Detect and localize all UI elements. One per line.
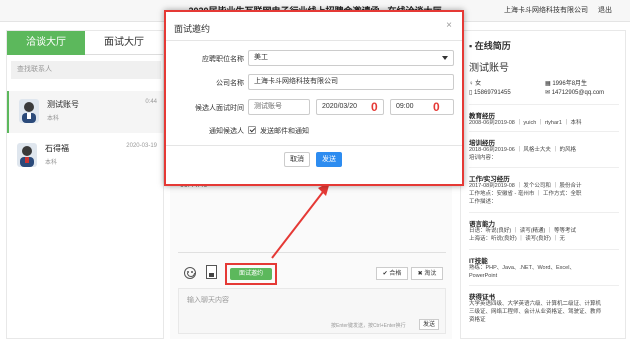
message-placeholder: 输入聊天内容 — [187, 297, 229, 304]
divider — [469, 285, 619, 286]
annotation-mark: 0 — [371, 100, 378, 114]
avatar — [19, 99, 39, 123]
contact-time: 0:44 — [145, 99, 157, 105]
divider — [469, 104, 619, 105]
section-line: 工作描述： — [469, 199, 497, 205]
interview-invite-modal: 面试邀约 × 应聘职位名称 美工 公司名称 上海卡斗网络科技有限公司 候选人面试… — [164, 10, 464, 186]
candidate-field[interactable]: 测试账号 — [248, 99, 310, 115]
candidate-value: 测试账号 — [254, 103, 282, 110]
section-line: 资格证 — [469, 317, 486, 323]
eliminate-button[interactable]: ✖ 淘汰 — [411, 267, 443, 280]
position-select[interactable]: 美工 — [248, 50, 454, 66]
tab-chat-hall[interactable]: 洽谈大厅 — [7, 31, 85, 55]
contact-education: 本科 — [45, 160, 58, 166]
send-hint: 按Enter键发送，按Ctrl+Enter换行 — [331, 323, 406, 329]
contact-search-input[interactable]: 查找联系人 — [11, 61, 161, 79]
resume-panel: ▪ 在线简历 测试账号 ♀ 女 ▦ 1996年8月生 ▯ 15869791455… — [460, 30, 626, 339]
time-value: 09:00 — [396, 103, 414, 110]
notify-option-label: 发送邮件和通知 — [260, 128, 309, 135]
contact-item[interactable]: 石得福 本科 2020-03-19 — [7, 135, 163, 177]
contacts-panel: 洽谈大厅 面试大厅 查找联系人 测试账号 本科 0:44 石得福 本科 2020… — [6, 30, 164, 339]
close-icon[interactable]: × — [446, 20, 452, 31]
company-field[interactable]: 上海卡斗网络科技有限公司 — [248, 74, 454, 90]
contact-item[interactable]: 测试账号 本科 0:44 — [7, 91, 163, 133]
candidate-time-label: 候选人面试时间 — [195, 105, 244, 112]
section-line: 2017-08到2019-08 ｜ 发个公司和 ｜ 股份合计 — [469, 183, 582, 189]
section-line: 三级证、网络工程师、会计从业资格证、驾驶证、教师 — [469, 309, 602, 315]
resume-email: ✉ 14712905@qq.com — [545, 90, 605, 96]
qualified-label: 合格 — [389, 271, 402, 277]
send-invite-button[interactable]: 发送 — [316, 152, 342, 167]
logout-link[interactable]: 退出 — [598, 5, 612, 15]
image-file-icon[interactable] — [206, 265, 217, 279]
qualified-button[interactable]: ✔ 合格 — [376, 267, 408, 280]
message-input[interactable]: 输入聊天内容 按Enter键发送，按Ctrl+Enter换行 发送 — [178, 288, 446, 334]
interview-invite-button[interactable]: 面试邀约 — [230, 268, 272, 280]
resume-name: 测试账号 — [469, 63, 509, 74]
contact-name: 测试账号 — [47, 100, 79, 109]
notify-checkbox[interactable] — [248, 126, 256, 134]
section-line: 熟练：PHP、Java、.NET、Word、Excel、 — [469, 265, 575, 271]
contact-education: 本科 — [47, 116, 60, 122]
tab-interview-hall[interactable]: 面试大厅 — [85, 31, 163, 55]
position-value: 美工 — [254, 54, 268, 61]
company-label: 公司名称 — [216, 80, 244, 87]
position-label: 应聘职位名称 — [202, 56, 244, 63]
section-line: 2008-06到2019-08 ｜ yuich ｜ rtyhar1 ｜ 本科 — [469, 120, 582, 126]
divider — [469, 212, 619, 213]
divider — [166, 40, 462, 41]
company-value: 上海卡斗网络科技有限公司 — [254, 78, 338, 85]
eliminate-label: 淘汰 — [424, 271, 437, 277]
section-line: 大学英语四级、大学英语六级、计算机二级证、计算机 — [469, 301, 602, 307]
cancel-button[interactable]: 取消 — [284, 152, 310, 167]
date-value: 2020/03/20 — [322, 103, 358, 110]
email-icon: ✉ — [545, 90, 552, 96]
section-line: 日语：听说(良好) ｜ 读写(精通) ｜ 等等考试 — [469, 228, 576, 234]
emoji-icon[interactable] — [184, 267, 196, 279]
divider — [469, 167, 619, 168]
resume-phone: ▯ 15869791455 — [469, 90, 511, 96]
divider — [469, 249, 619, 250]
annotation-mark: 0 — [433, 100, 440, 114]
resume-birth: ▦ 1996年8月生 — [545, 81, 588, 87]
time-field[interactable]: 09:00 — [390, 99, 454, 115]
modal-title: 面试邀约 — [174, 24, 211, 34]
section-line: 工作地点：安徽省 - 亳州市 ｜ 工作方式：全职 — [469, 191, 582, 197]
company-name: 上海卡斗网络科技有限公司 — [504, 7, 588, 14]
notify-label: 通知候选人 — [209, 128, 244, 135]
avatar — [17, 143, 37, 167]
contact-name: 石得福 — [45, 144, 69, 153]
annotation-arrow — [271, 182, 330, 259]
divider — [469, 131, 619, 132]
section-line: 培训内容： — [469, 155, 497, 161]
resume-header: ▪ 在线简历 — [469, 41, 511, 51]
chevron-down-icon — [442, 56, 448, 60]
contact-time: 2020-03-19 — [126, 143, 157, 149]
resume-gender: ♀ 女 — [469, 81, 482, 87]
hall-tabs: 洽谈大厅 面试大厅 — [7, 31, 163, 55]
section-line: 上海话：听说(良好) ｜ 读写(良好) ｜ 无 — [469, 236, 565, 242]
divider — [166, 145, 462, 146]
section-line: 2018-06到2019-06 ｜ 风格士大夫 ｜ 的风格 — [469, 147, 576, 153]
section-line: PowerPoint — [469, 273, 498, 279]
send-message-button[interactable]: 发送 — [419, 319, 439, 330]
